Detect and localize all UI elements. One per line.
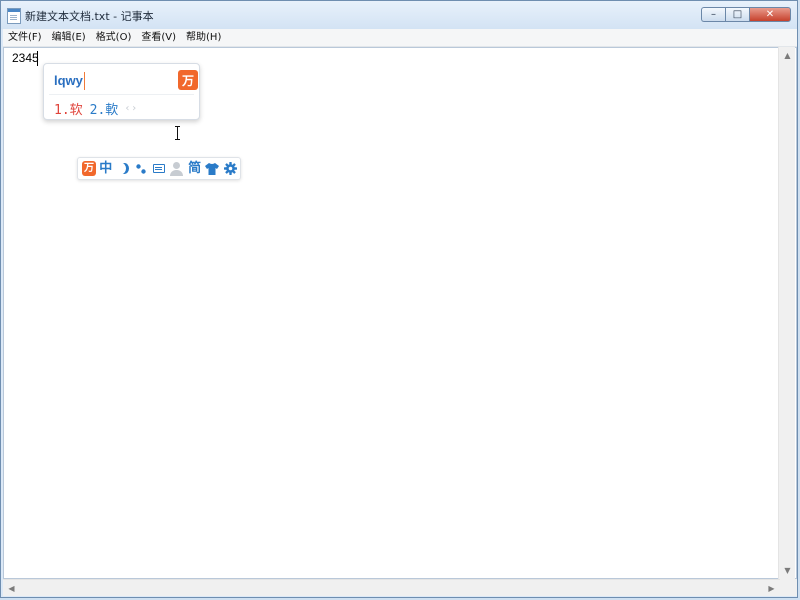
maximize-button[interactable]: □ (725, 7, 749, 22)
editor-content: 2345 (12, 51, 39, 65)
ime-candidate-list: 1.软 2.軟 ‹› (54, 99, 139, 118)
scroll-left-icon[interactable]: ◀ (3, 580, 20, 597)
ime-candidate-window: lqwy 万 1.软 2.軟 ‹› (43, 63, 200, 120)
ime-composition-caret (84, 72, 85, 90)
soft-keyboard-icon[interactable] (151, 160, 167, 177)
wubi-logo-icon[interactable]: 万 (82, 161, 96, 176)
settings-gear-icon[interactable] (222, 160, 238, 177)
window-title: 新建文本文档.txt - 记事本 (25, 10, 154, 23)
scroll-right-icon[interactable]: ▶ (763, 580, 780, 597)
simplified-chinese-icon[interactable]: 简 (187, 160, 203, 177)
ime-status-toolbar: 万 中 简 (77, 157, 241, 180)
vertical-scrollbar[interactable]: ▲ ▼ (778, 47, 795, 579)
notepad-app-icon[interactable] (7, 8, 21, 24)
window-controls: – □ ✕ (701, 7, 791, 22)
maximize-icon: □ (732, 8, 743, 20)
close-icon: ✕ (765, 8, 775, 20)
chinese-mode-icon[interactable]: 中 (98, 160, 114, 177)
close-button[interactable]: ✕ (749, 7, 791, 22)
size-grip[interactable] (780, 579, 797, 596)
scroll-down-icon[interactable]: ▼ (779, 562, 796, 579)
menu-bar: 文件(F) 编辑(E) 格式(O) 查看(V) 帮助(H) (3, 29, 797, 47)
ime-divider (49, 94, 194, 95)
menu-edit[interactable]: 编辑(E) (47, 29, 91, 46)
ime-candidate-2[interactable]: 2.軟 (90, 99, 119, 118)
wubi-logo-icon[interactable]: 万 (178, 70, 198, 90)
ime-composition-text: lqwy (54, 73, 83, 88)
menu-view[interactable]: 查看(V) (136, 29, 181, 46)
ime-page-arrows-icon[interactable]: ‹› (125, 103, 139, 114)
scroll-up-icon[interactable]: ▲ (779, 47, 796, 64)
user-account-icon[interactable] (169, 160, 185, 177)
menu-help[interactable]: 帮助(H) (181, 29, 226, 46)
minimize-icon: – (711, 8, 716, 20)
minimize-button[interactable]: – (701, 7, 725, 22)
horizontal-scrollbar[interactable]: ◀ ▶ (3, 579, 780, 596)
mouse-ibeam-cursor-icon (174, 126, 182, 140)
punctuation-icon[interactable] (133, 160, 149, 177)
half-width-moon-icon[interactable] (116, 160, 132, 177)
ime-candidate-1[interactable]: 1.软 (54, 99, 83, 118)
skin-shirt-icon[interactable] (205, 160, 221, 177)
menu-file[interactable]: 文件(F) (3, 29, 47, 46)
menu-format[interactable]: 格式(O) (91, 29, 137, 46)
title-bar[interactable]: 新建文本文档.txt - 记事本 – □ ✕ (1, 1, 797, 29)
text-editor-area[interactable]: 2345 (3, 47, 797, 579)
text-caret (37, 51, 38, 66)
